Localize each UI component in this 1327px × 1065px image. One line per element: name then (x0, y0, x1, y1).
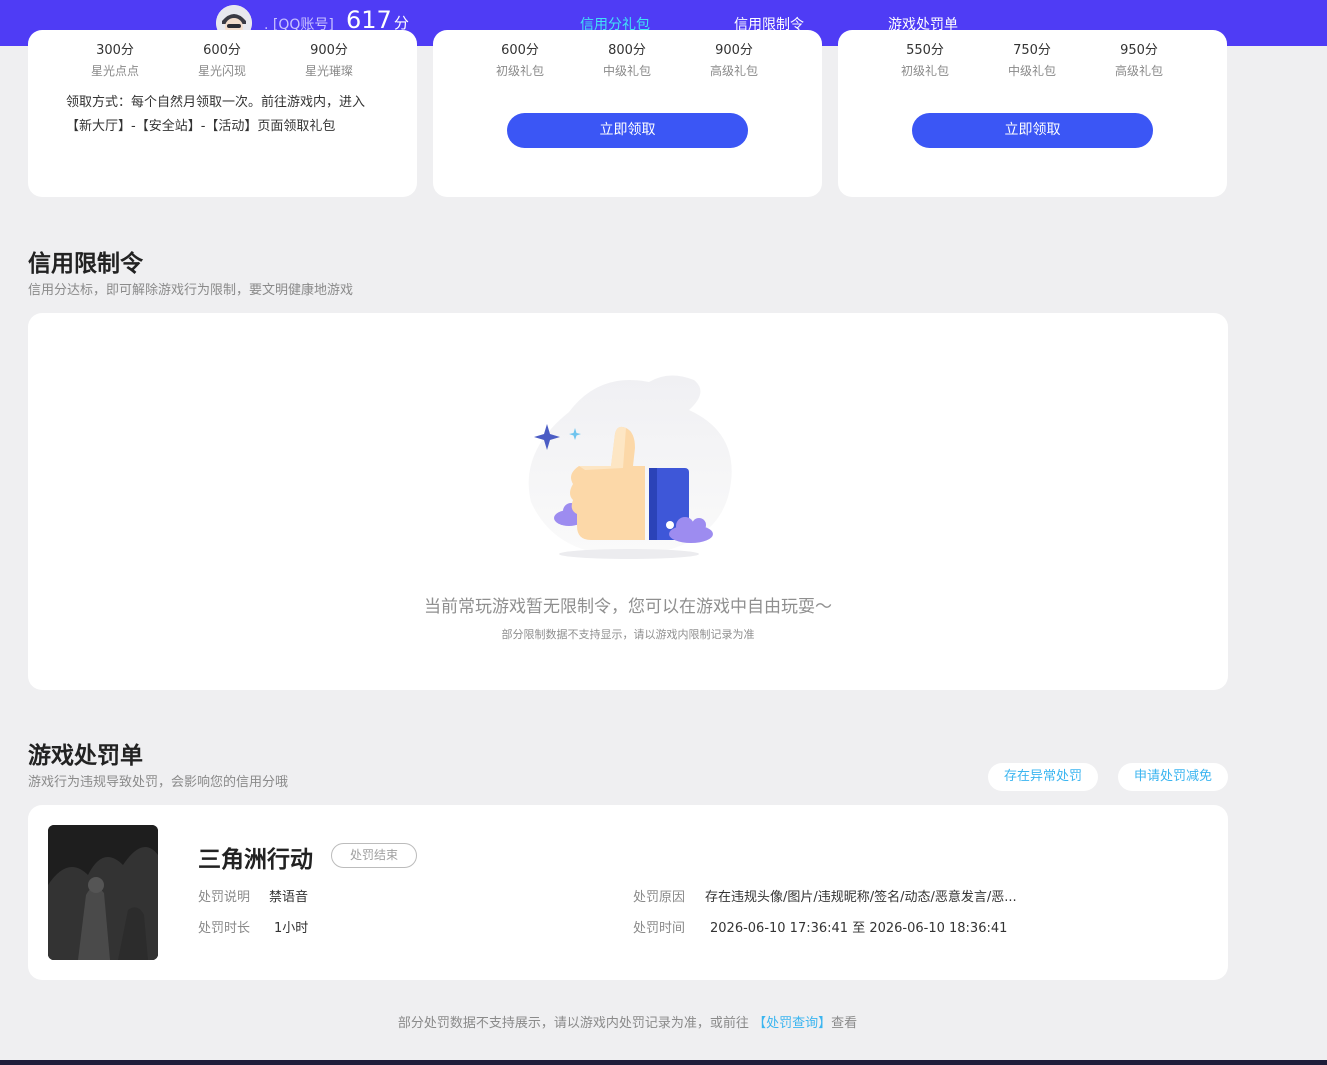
penalty-time-value: 2026-06-10 17:36:41 至 2026-06-10 18:36:4… (710, 921, 1008, 936)
penalty-query-link[interactable]: 【处罚查询】 (753, 1016, 831, 1031)
claim-button[interactable]: 立即领取 (507, 113, 748, 148)
penalty-section-subtitle: 游戏行为违规导致处罚，会影响您的信用分哦 (28, 775, 289, 790)
game-cover-image (48, 825, 158, 960)
game-name: 三角洲行动 (198, 847, 313, 873)
gift-tier: 550分 初级礼包 (900, 43, 949, 78)
gift-card-level: 600分 初级礼包 800分 中级礼包 900分 高级礼包 立即领取 (433, 30, 822, 197)
gift-tier: 900分 星光璀璨 (304, 43, 353, 78)
empty-state-message: 当前常玩游戏暂无限制令，您可以在游戏中自由玩耍～ (424, 597, 832, 617)
penalty-reason-value: 存在违规头像/图片/违规昵称/签名/动态/恶意发言/恶... (705, 890, 1017, 905)
claim-button[interactable]: 立即领取 (912, 113, 1153, 148)
thumbs-up-icon (519, 372, 739, 567)
status-badge: 处罚结束 (331, 843, 417, 868)
penalty-reason-label: 处罚原因 (633, 890, 686, 905)
gift-card-starlight: 300分 星光点点 600分 星光闪现 900分 星光璀璨 领取方式：每个自然月… (28, 30, 417, 197)
penalty-desc-value: 禁语音 (269, 890, 309, 905)
penalty-desc-label: 处罚说明 (198, 890, 251, 905)
penalty-duration-label: 处罚时长 (198, 921, 251, 936)
gift-tier: 750分 中级礼包 (1007, 43, 1056, 78)
report-abnormal-penalty-button[interactable]: 存在异常处罚 (988, 763, 1098, 791)
gift-tier: 950分 高级礼包 (1114, 43, 1163, 78)
gift-tier: 800分 中级礼包 (602, 43, 651, 78)
penalty-footer-note: 部分处罚数据不支持展示，请以游戏内处罚记录为准，或前往 【处罚查询】查看 (397, 1016, 858, 1031)
gift-tier: 300分 星光点点 (90, 43, 139, 78)
page-bottom-bar (0, 1060, 1327, 1065)
gift-tier: 600分 初级礼包 (495, 43, 544, 78)
penalty-record-card[interactable]: 三角洲行动 处罚结束 处罚说明 禁语音 处罚时长 1小时 处罚原因 存在违规头像… (28, 805, 1228, 980)
restriction-section-title: 信用限制令 (28, 251, 143, 277)
penalty-section-title: 游戏处罚单 (28, 743, 143, 769)
empty-state-note: 部分限制数据不支持显示，请以游戏内限制记录为准 (501, 628, 755, 641)
penalty-time-label: 处罚时间 (633, 921, 686, 936)
claim-method-text: 领取方式：每个自然月领取一次。前往游戏内，进入【新大厅】-【安全站】-【活动】页… (66, 95, 366, 134)
restriction-section-subtitle: 信用分达标，即可解除游戏行为限制，要文明健康地游戏 (28, 283, 354, 298)
gift-card-level-alt: 550分 初级礼包 750分 中级礼包 950分 高级礼包 立即领取 (838, 30, 1227, 197)
gift-tier: 600分 星光闪现 (197, 43, 246, 78)
gift-tier: 900分 高级礼包 (709, 43, 758, 78)
penalty-duration-value: 1小时 (274, 921, 309, 936)
apply-penalty-reduction-button[interactable]: 申请处罚减免 (1118, 763, 1228, 791)
